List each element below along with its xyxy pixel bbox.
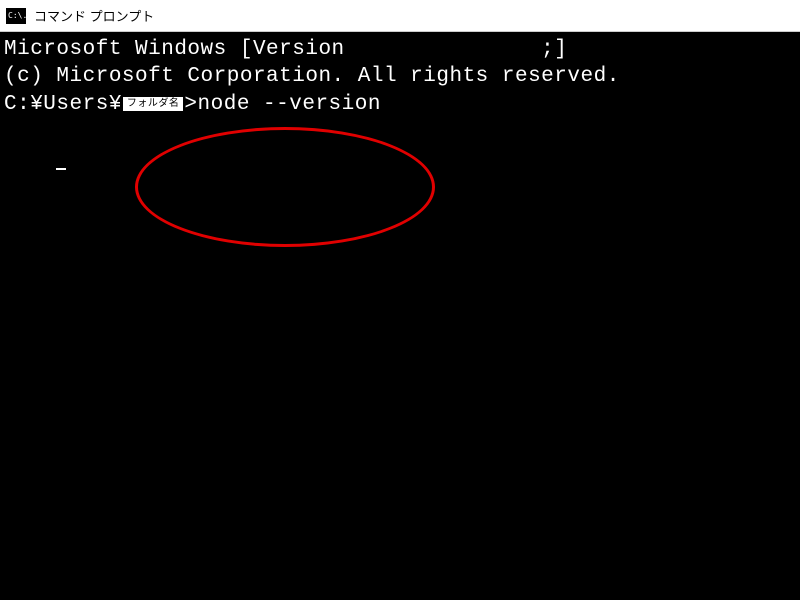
cursor-icon (56, 168, 66, 170)
terminal-prompt-line: C:¥Users¥ フォルダ名 > node --version (4, 91, 796, 118)
cmd-icon: C:\. (6, 8, 26, 24)
window-titlebar: C:\. コマンド プロンプト (0, 0, 800, 32)
prompt-suffix: > (184, 91, 197, 118)
terminal-area[interactable]: Microsoft Windows [Version ;] (c) Micros… (0, 32, 800, 600)
command-text: node --version (198, 91, 381, 118)
terminal-line-copyright: (c) Microsoft Corporation. All rights re… (4, 63, 796, 90)
folder-placeholder-label: フォルダ名 (123, 97, 184, 111)
cmd-icon-text: C:\. (8, 12, 27, 20)
window-title: コマンド プロンプト (34, 6, 154, 25)
terminal-line-version: Microsoft Windows [Version ;] (4, 36, 796, 63)
prompt-path-prefix: C:¥Users¥ (4, 91, 122, 118)
terminal-cursor-line (4, 118, 796, 200)
